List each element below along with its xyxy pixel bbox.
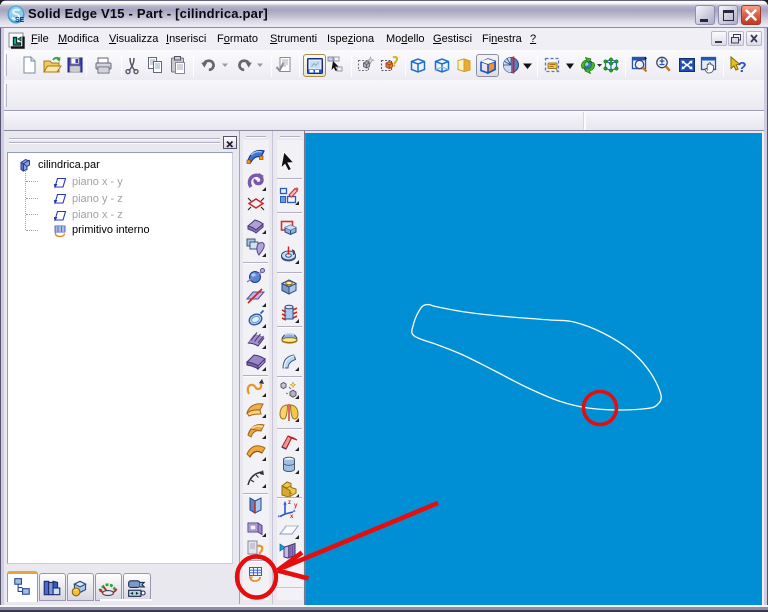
svg-text:z: z (288, 500, 291, 506)
svg-text:y: y (294, 503, 298, 509)
svg-text:SE: SE (15, 17, 25, 24)
svg-text:?: ? (737, 59, 746, 75)
